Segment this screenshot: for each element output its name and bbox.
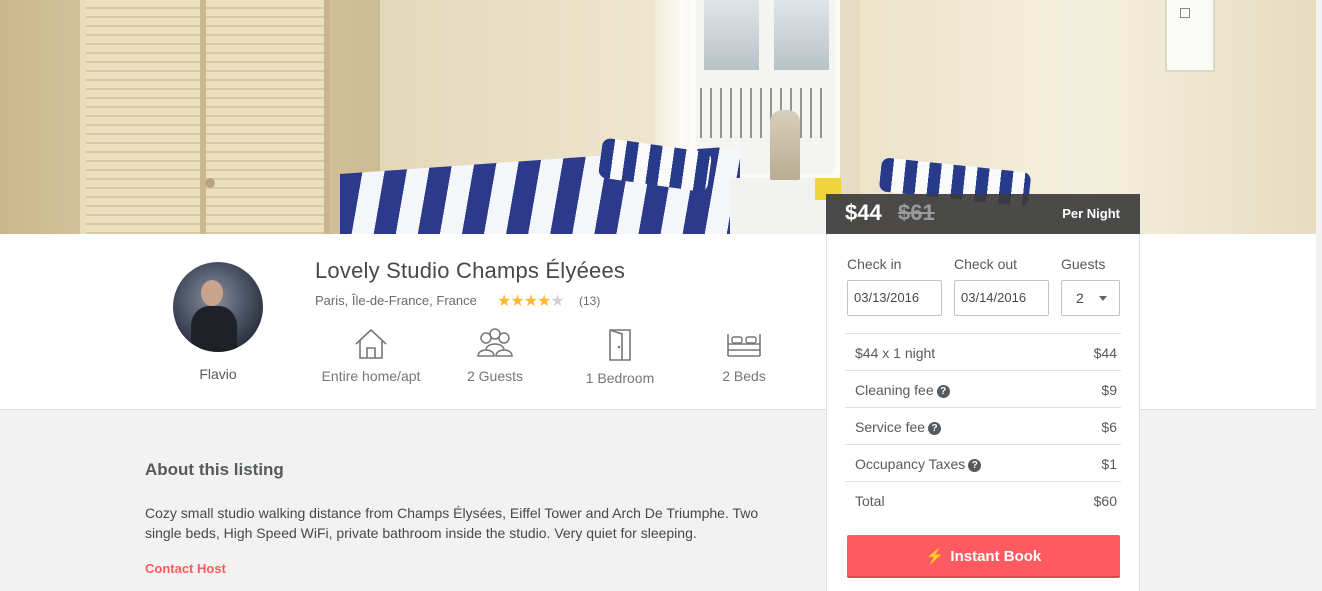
- guests-select[interactable]: 2: [1061, 280, 1120, 316]
- breakdown-row-nights: $44 x 1 night $44: [845, 334, 1121, 371]
- breakdown-label: Occupancy Taxes: [855, 456, 966, 472]
- guests-icon: [477, 328, 513, 357]
- house-icon: [355, 328, 387, 359]
- about-title: About this listing: [145, 460, 284, 479]
- instant-book-button[interactable]: ⚡ Instant Book: [847, 535, 1120, 578]
- amenity-label: 2 Beds: [722, 368, 766, 384]
- breakdown-label: Total: [855, 493, 885, 509]
- breakdown-value: $44: [1093, 345, 1117, 361]
- breakdown-value: $1: [1101, 456, 1117, 472]
- wall-frame: [1165, 0, 1215, 72]
- checkin-input[interactable]: 03/13/2016: [847, 280, 942, 316]
- breakdown-value: $6: [1101, 419, 1117, 435]
- lightning-icon: ⚡: [925, 548, 945, 565]
- listing-title: Lovely Studio Champs Élyéees: [315, 258, 626, 283]
- breakdown-label: Service fee: [855, 419, 926, 435]
- listing-location[interactable]: Paris, Île-de-France, France: [315, 293, 477, 308]
- amenity-label: 1 Bedroom: [585, 370, 655, 386]
- caret-down-icon: [1099, 296, 1107, 301]
- door-icon: [609, 329, 631, 361]
- checkout-label: Check out: [954, 256, 1018, 272]
- amenity-beds: 2 Beds: [707, 328, 781, 384]
- per-night-label: Per Night: [1062, 206, 1120, 221]
- nightly-price: $44: [845, 200, 882, 225]
- booking-panel: Check in Check out Guests 03/13/2016 03/…: [826, 234, 1140, 591]
- help-icon[interactable]: ?: [936, 385, 950, 398]
- amenity-label: Entire home/apt: [321, 368, 421, 384]
- amenity-room-type: Entire home/apt: [313, 328, 429, 384]
- amenity-label: 2 Guests: [466, 368, 524, 384]
- star-rating[interactable]: ★★★★★: [497, 291, 565, 311]
- about-description: Cozy small studio walking distance from …: [145, 505, 759, 541]
- star-empty-icon: ★: [550, 293, 564, 310]
- breakdown-value: $60: [1093, 493, 1117, 509]
- review-count[interactable]: (13): [579, 294, 600, 308]
- host-avatar[interactable]: [173, 262, 263, 352]
- help-icon[interactable]: ?: [968, 459, 982, 472]
- star-filled-icon: ★: [523, 293, 538, 310]
- checkin-label: Check in: [847, 256, 902, 272]
- breakdown-row-taxes: Occupancy Taxes? $1: [845, 445, 1121, 482]
- breakdown-row-service: Service fee? $6: [845, 408, 1121, 445]
- breakdown-label: Cleaning fee: [855, 382, 934, 398]
- original-price: $61: [898, 200, 935, 225]
- star-filled-icon: ★: [510, 293, 524, 310]
- checkout-input[interactable]: 03/14/2016: [954, 280, 1049, 316]
- star-filled-icon: ★: [537, 293, 551, 310]
- help-icon[interactable]: ?: [928, 422, 942, 435]
- breakdown-row-cleaning: Cleaning fee? $9: [845, 371, 1121, 408]
- host-name[interactable]: Flavio: [173, 366, 263, 382]
- breakdown-label: $44 x 1 night: [855, 345, 936, 361]
- price-bar: $44 $61 Per Night: [826, 194, 1140, 234]
- price-breakdown: $44 x 1 night $44 Cleaning fee? $9 Servi…: [845, 333, 1121, 519]
- breakdown-row-total: Total $60: [845, 482, 1121, 519]
- contact-host-link[interactable]: Contact Host: [145, 561, 226, 576]
- bed-icon: [727, 334, 761, 357]
- amenity-guests: 2 Guests: [455, 328, 535, 384]
- instant-book-label: Instant Book: [950, 548, 1042, 565]
- guests-value: 2: [1076, 290, 1084, 306]
- amenity-bedrooms: 1 Bedroom: [575, 328, 665, 386]
- star-filled-icon: ★: [497, 293, 511, 310]
- guests-label: Guests: [1061, 256, 1106, 272]
- breakdown-value: $9: [1101, 382, 1117, 398]
